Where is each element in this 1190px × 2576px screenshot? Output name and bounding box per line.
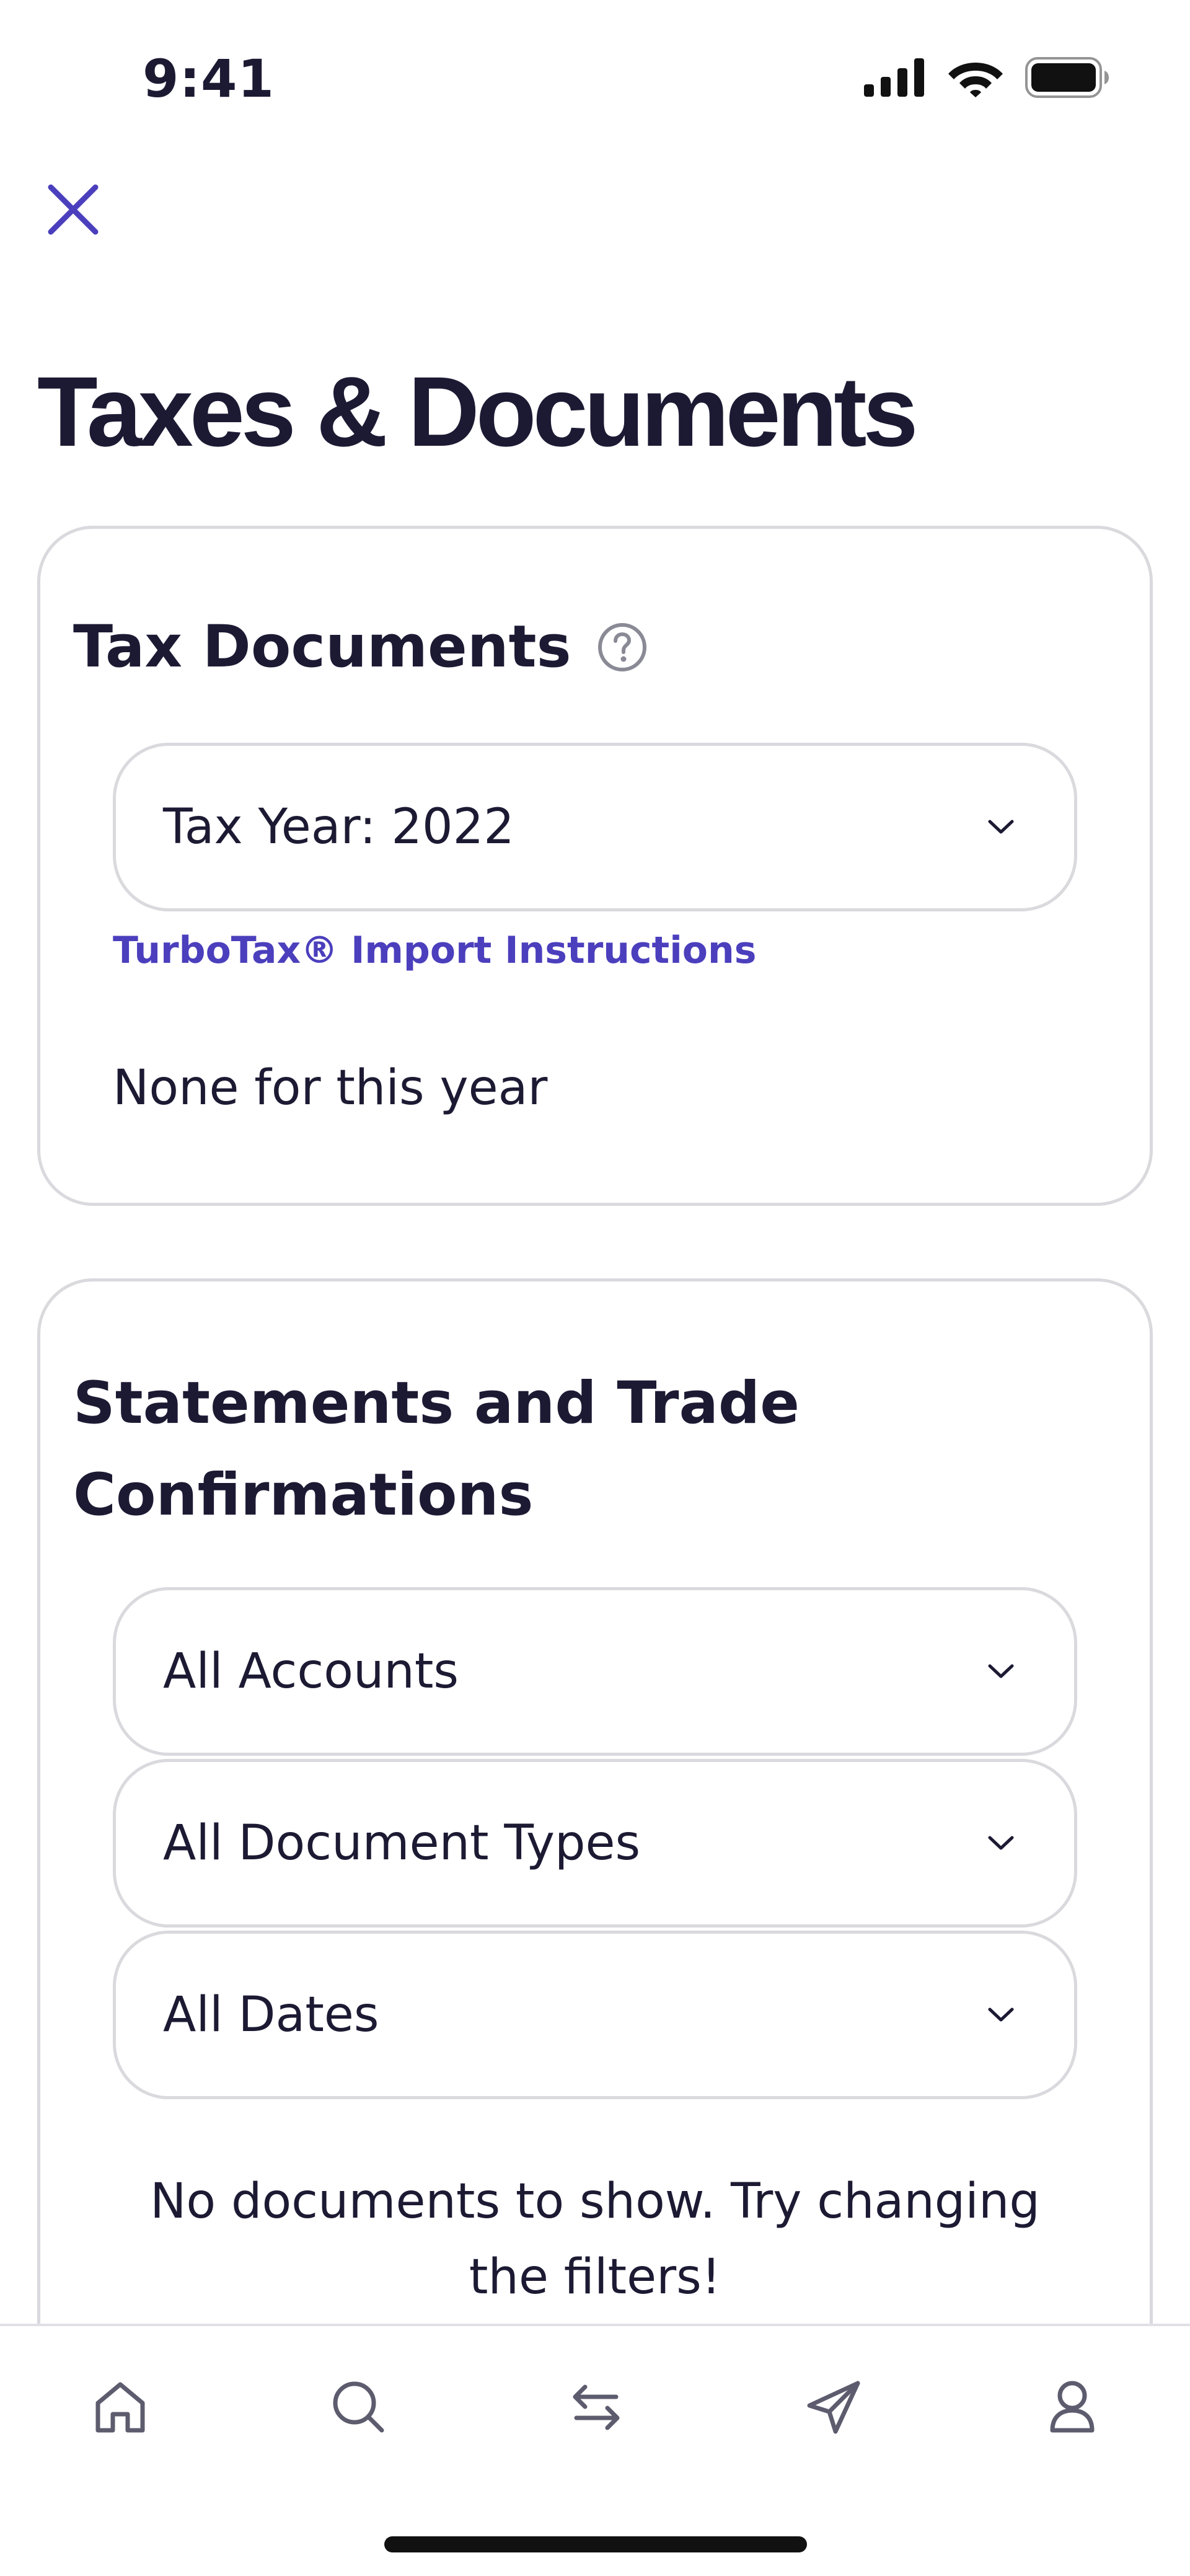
accounts-filter-label: All Accounts — [163, 1644, 459, 1699]
page-title: Taxes & Documents — [37, 356, 918, 467]
document-types-filter-label: All Document Types — [163, 1815, 641, 1871]
dates-filter-select[interactable]: All Dates — [113, 1931, 1077, 2099]
chevron-down-icon — [984, 1654, 1018, 1689]
status-time: 9:41 — [143, 48, 275, 109]
tab-bar — [0, 2324, 1190, 2576]
help-icon[interactable] — [596, 621, 648, 673]
chevron-down-icon — [984, 810, 1018, 844]
tab-search[interactable] — [321, 2370, 395, 2444]
tab-profile[interactable] — [1035, 2370, 1109, 2444]
battery-icon — [1025, 57, 1109, 98]
status-icons — [864, 57, 1109, 98]
home-icon — [95, 2382, 145, 2433]
accounts-filter-select[interactable]: All Accounts — [113, 1587, 1077, 1756]
tax-documents-title: Tax Documents — [73, 613, 571, 681]
home-indicator — [384, 2536, 807, 2552]
close-button[interactable] — [42, 179, 104, 241]
chevron-down-icon — [984, 1998, 1018, 2032]
status-bar: 9:41 — [0, 0, 1190, 149]
turbotax-import-instructions-link[interactable]: TurboTax® Import Instructions — [113, 929, 756, 972]
close-icon — [48, 184, 99, 235]
tab-send[interactable] — [797, 2370, 871, 2444]
tax-year-select[interactable]: Tax Year: 2022 — [113, 743, 1077, 911]
wifi-icon — [948, 63, 1003, 97]
tab-transfers[interactable] — [559, 2370, 633, 2444]
cellular-signal-icon — [864, 58, 924, 97]
document-types-filter-select[interactable]: All Document Types — [113, 1759, 1077, 1928]
tab-home[interactable] — [83, 2370, 157, 2444]
chevron-down-icon — [984, 1826, 1018, 1861]
tax-year-select-label: Tax Year: 2022 — [163, 799, 514, 855]
search-icon — [333, 2381, 384, 2433]
transfer-icon — [573, 2384, 620, 2430]
statements-empty-message: No documents to show. Try changing the f… — [150, 2174, 1040, 2305]
dates-filter-label: All Dates — [163, 1987, 379, 2043]
send-icon — [807, 2381, 860, 2434]
tax-documents-empty-message: None for this year — [113, 1060, 548, 1116]
profile-icon — [1050, 2381, 1095, 2433]
tax-documents-heading: Tax Documents — [73, 601, 648, 693]
statements-heading: Statements and Trade Confirmations — [73, 1370, 800, 1529]
